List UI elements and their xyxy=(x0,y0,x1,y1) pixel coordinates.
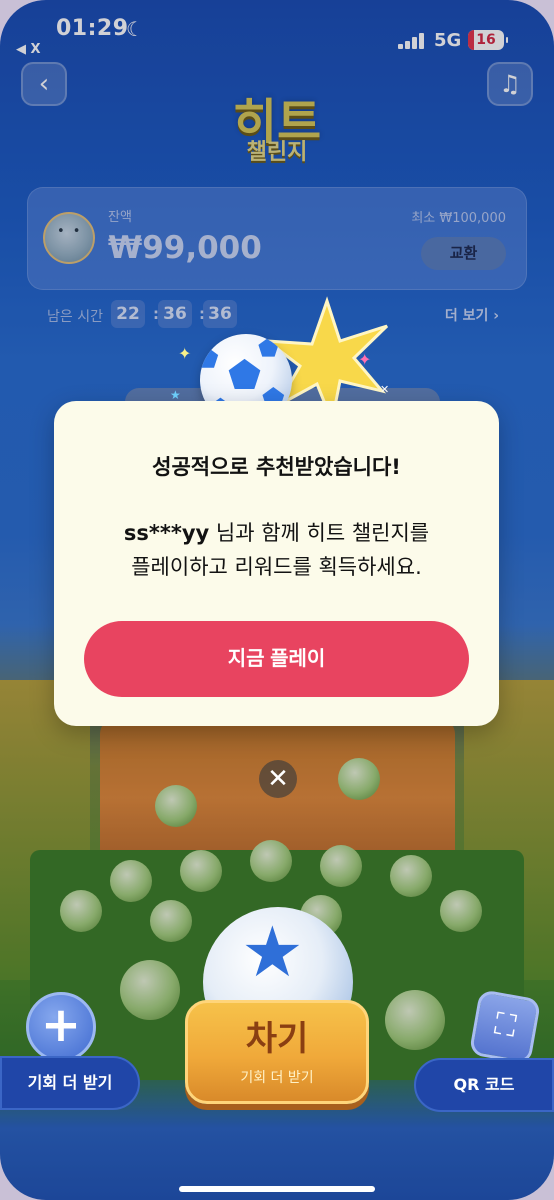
sparkle-icon: ✦ xyxy=(358,350,372,369)
home-indicator[interactable] xyxy=(179,1186,375,1192)
modal-message: ss***yy 님과 함께 히트 챌린지를 플레이하고 리워드를 획득하세요. xyxy=(54,516,499,584)
sparkle-icon: ✕ xyxy=(380,383,390,396)
kick-label: 차기 xyxy=(245,1019,309,1059)
referral-success-modal: 성공적으로 추천받았습니다! ss***yy 님과 함께 히트 챌린지를 플레이… xyxy=(54,401,499,726)
qr-scan-icon[interactable]: ⛶ xyxy=(468,989,542,1065)
qr-code-button[interactable]: QR 코드 xyxy=(414,1058,554,1112)
kick-sub-label: 기회 더 받기 xyxy=(240,1070,314,1086)
app-screen: 01:29 ☾ ◀ X 5G 16 ‹ ♫ 히트 챌린지 잔액 ₩99,000 … xyxy=(0,0,554,1200)
play-now-button[interactable]: 지금 플레이 xyxy=(84,621,469,697)
plus-icon[interactable]: + xyxy=(26,992,96,1062)
modal-message-line2: 플레이하고 리워드를 획득하세요. xyxy=(131,555,422,579)
modal-message-line1-text: 님과 함께 히트 챌린지를 xyxy=(209,521,430,545)
referrer-username: ss***yy xyxy=(123,521,210,545)
modal-title: 성공적으로 추천받았습니다! xyxy=(152,455,401,479)
sparkle-icon: ★ xyxy=(170,388,181,402)
close-icon[interactable]: ✕ xyxy=(259,760,297,798)
more-chance-button[interactable]: 기회 더 받기 xyxy=(0,1056,140,1110)
modal-message-line1: ss***yy 님과 함께 히트 챌린지를 xyxy=(54,516,499,550)
sparkle-icon: ✦ xyxy=(178,344,192,363)
ball-star-icon: ★ xyxy=(241,911,304,993)
kick-button[interactable]: 차기 기회 더 받기 xyxy=(185,1000,369,1104)
